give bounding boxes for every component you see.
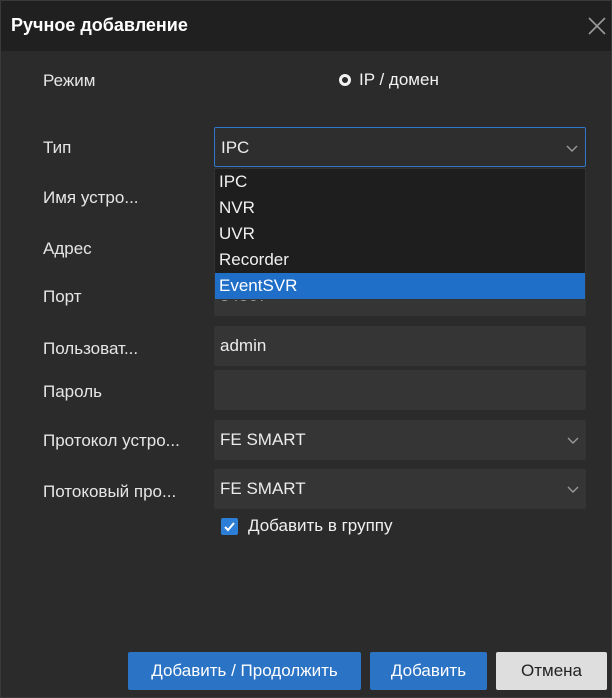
password-input[interactable]	[214, 370, 586, 410]
title-bar: Ручное добавление	[1, 1, 611, 51]
checkbox-box	[221, 517, 238, 535]
cancel-button[interactable]: Отмена	[496, 652, 607, 690]
chevron-down-icon	[567, 437, 579, 444]
mode-label: Режим	[43, 71, 96, 90]
type-select-value: IPC	[221, 138, 250, 157]
stream-protocol-value: FE SMART	[220, 479, 306, 498]
stream-protocol-select[interactable]: FE SMART	[214, 469, 586, 509]
device-name-label: Имя устро...	[43, 188, 139, 207]
user-value: admin	[220, 336, 267, 355]
add-button[interactable]: Добавить	[370, 652, 487, 690]
mode-option-label: IP / домен	[359, 70, 439, 89]
chevron-down-icon	[567, 486, 579, 493]
close-icon	[588, 17, 606, 35]
close-button[interactable]	[583, 9, 611, 43]
radio-selected-icon	[339, 74, 351, 86]
chevron-down-icon	[566, 145, 578, 152]
port-label: Порт	[43, 287, 82, 306]
device-protocol-value: FE SMART	[220, 430, 306, 449]
dialog-title: Ручное добавление	[11, 15, 188, 35]
type-select[interactable]: IPC	[214, 127, 586, 167]
type-label: Тип	[43, 138, 72, 157]
type-option-recorder[interactable]: Recorder	[215, 247, 585, 273]
type-option-uvr[interactable]: UVR	[215, 221, 585, 247]
add-continue-button[interactable]: Добавить / Продолжить	[128, 652, 361, 690]
device-protocol-label: Протокол устро...	[43, 431, 180, 450]
add-to-group-label: Добавить в группу	[248, 516, 393, 535]
type-option-eventsvr[interactable]: EventSVR	[215, 273, 585, 299]
type-option-ipc[interactable]: IPC	[215, 169, 585, 195]
stream-protocol-label: Потоковый про...	[43, 482, 177, 501]
address-label: Адрес	[43, 239, 92, 258]
password-label: Пароль	[43, 382, 102, 401]
type-option-nvr[interactable]: NVR	[215, 195, 585, 221]
add-to-group-checkbox[interactable]: Добавить в группу	[221, 516, 392, 536]
device-protocol-select[interactable]: FE SMART	[214, 420, 586, 460]
user-label: Пользоват...	[43, 339, 139, 358]
checkmark-icon	[224, 521, 235, 531]
type-dropdown-list: IPC NVR UVR Recorder EventSVR	[214, 168, 586, 300]
manual-add-dialog: Ручное добавление Режим IP / домен Тип I…	[0, 0, 612, 698]
user-input[interactable]: admin	[214, 326, 586, 366]
mode-ip-domain-radio[interactable]: IP / домен	[339, 70, 439, 90]
